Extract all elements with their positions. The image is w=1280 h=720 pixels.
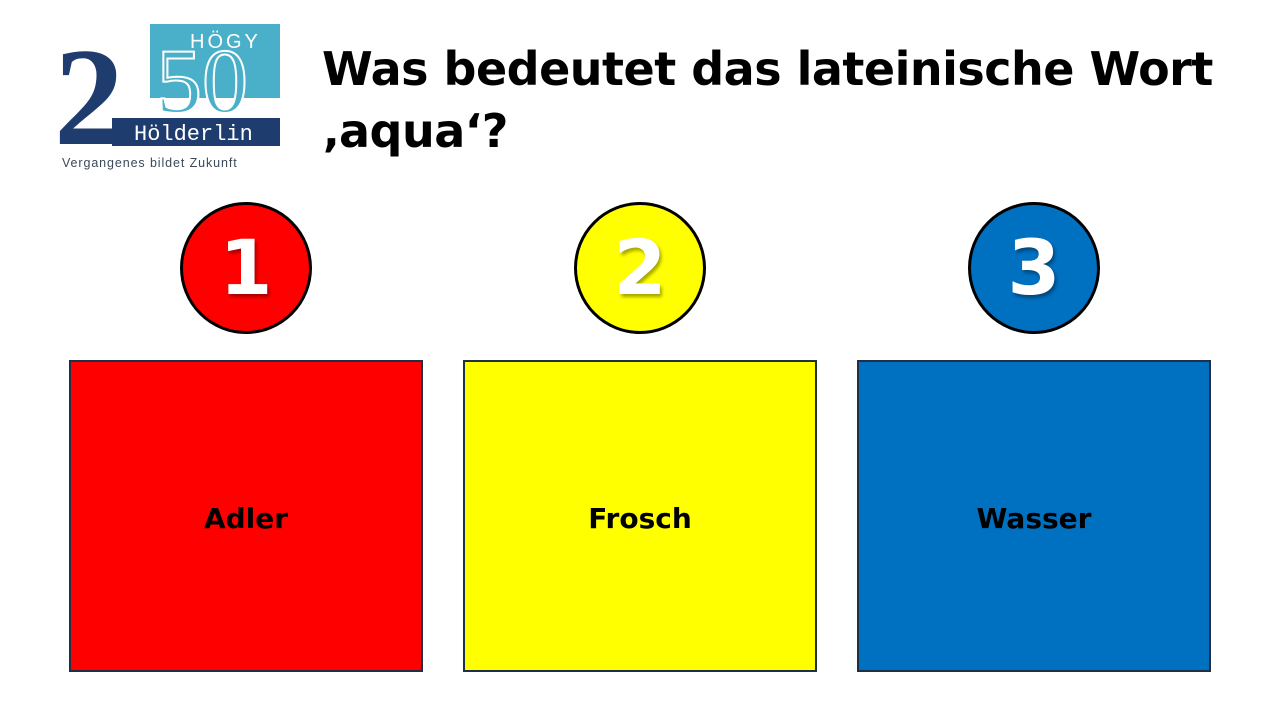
answer-label-1: Adler [203, 501, 289, 535]
answer-option-1[interactable]: Adler [69, 360, 423, 672]
option-number-1: 1 [219, 223, 273, 312]
logo-digit-2: 2 [54, 20, 124, 156]
question-line-2: ‚aqua‘? [322, 104, 508, 158]
logo-top-text: HÖGY [190, 31, 261, 53]
school-logo: 2 50 HÖGY Hölderlin Vergangenes bildet Z… [52, 20, 288, 180]
question-line-1: Was bedeutet das lateinische Wort [322, 42, 1213, 96]
option-number-3: 3 [1007, 223, 1061, 312]
answer-option-3[interactable]: Wasser [857, 360, 1211, 672]
question-title: Was bedeutet das lateinische Wort ‚aqua‘… [322, 38, 1242, 162]
answer-option-2[interactable]: Frosch [463, 360, 817, 672]
option-number-circle-1: 1 [180, 202, 312, 334]
option-number-2: 2 [613, 223, 667, 312]
logo-name-text: Hölderlin [134, 122, 253, 147]
logo-tagline: Vergangenes bildet Zukunft [62, 156, 238, 170]
option-number-circle-3: 3 [968, 202, 1100, 334]
quiz-slide: 2 50 HÖGY Hölderlin Vergangenes bildet Z… [0, 0, 1280, 720]
answer-label-3: Wasser [976, 501, 1092, 535]
option-number-circle-2: 2 [574, 202, 706, 334]
answer-label-2: Frosch [588, 501, 692, 535]
logo-graphic: 2 50 HÖGY Hölderlin [54, 20, 280, 156]
